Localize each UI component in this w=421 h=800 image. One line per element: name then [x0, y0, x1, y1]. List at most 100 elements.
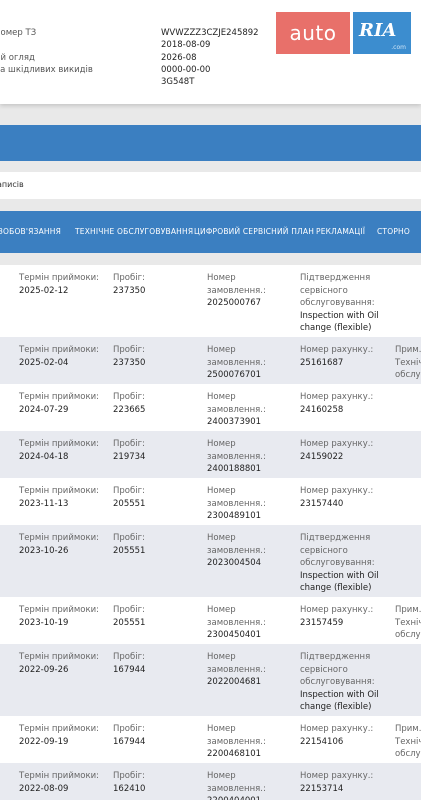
- order-number-cell: Номер замовлення.: 2025000767: [207, 272, 285, 310]
- acceptance-date-label: Термін приймоки:: [19, 439, 99, 449]
- acceptance-date-cell: Термін приймоки: 2025-02-12: [19, 272, 99, 297]
- tab-digital-service-plan[interactable]: ЦИФРОВИЙ СЕРВІСНИЙ ПЛАН: [194, 227, 314, 236]
- vehicle-info-value: WVWZZZ3CZJE245892: [161, 28, 259, 38]
- vehicle-info-value: 0000-00-00: [161, 65, 211, 75]
- invoice-number-cell: Номер рахунку.: 22153714: [300, 770, 373, 795]
- page: номер ТЗ WVWZZZ3CZJE245892 2018-08-09 ий ог…: [0, 0, 421, 800]
- acceptance-date-value: 2025-02-04: [19, 357, 69, 368]
- mileage-value: 237350: [113, 285, 146, 296]
- order-number-label: Номер замовлення.:: [207, 771, 266, 794]
- service-record-row[interactable]: Термін приймоки: 2024-04-18 Пробіг: 219734 Н…: [0, 431, 421, 478]
- logo-com-text: .com: [391, 44, 406, 51]
- mileage-cell: Пробіг: 219734: [113, 438, 145, 463]
- acceptance-date-cell: Термін приймоки: 2022-09-19: [19, 723, 99, 748]
- acceptance-date-label: Термін приймоки:: [19, 652, 99, 662]
- service-confirmation-value: Inspection with Oil change (flexible): [300, 689, 379, 713]
- order-number-value: 2300450401: [207, 630, 262, 640]
- mileage-label: Пробіг:: [113, 439, 145, 449]
- order-number-value: 2023004504: [207, 558, 262, 568]
- service-record-row[interactable]: Термін приймоки: 2023-10-19 Пробіг: 205551 Н…: [0, 597, 421, 644]
- mileage-cell: Пробіг: 205551: [113, 604, 145, 629]
- service-record-row[interactable]: Термін приймоки: 2024-07-29 Пробіг: 223665 Н…: [0, 384, 421, 431]
- note-tech-text: Технічн: [395, 357, 421, 368]
- tab-maintenance[interactable]: ТЕХНІЧНЕ ОБСЛУГОВУВАННЯ: [75, 227, 193, 236]
- service-confirmation-value: Inspection with Oil change (flexible): [300, 570, 379, 594]
- service-record-row[interactable]: Термін приймоки: 2025-02-12 Пробіг: 237350 Н…: [0, 265, 421, 337]
- acceptance-date-cell: Термін приймоки: 2023-11-13: [19, 485, 99, 510]
- acceptance-date-label: Термін приймоки:: [19, 345, 99, 355]
- order-number-value: 2400188801: [207, 464, 262, 474]
- logo-ria-block: RIA .com: [353, 12, 411, 54]
- invoice-number-value: 24159022: [300, 451, 344, 462]
- acceptance-date-value: 2024-04-18: [19, 451, 69, 462]
- acceptance-date-cell: Термін приймоки: 2024-07-29: [19, 391, 99, 416]
- service-record-row[interactable]: Термін приймоки: 2025-02-04 Пробіг: 237350 Н…: [0, 337, 421, 384]
- mileage-value: 162410: [113, 783, 146, 794]
- vehicle-info-value: 3G548T: [161, 77, 195, 87]
- order-number-label: Номер замовлення.:: [207, 392, 266, 415]
- mileage-label: Пробіг:: [113, 486, 145, 496]
- vehicle-info-label: ка шкідливих викидів: [0, 65, 93, 75]
- order-number-label: Номер замовлення.:: [207, 486, 266, 509]
- acceptance-date-cell: Термін приймоки: 2022-08-09: [19, 770, 99, 795]
- invoice-number-label: Номер рахунку.:: [300, 724, 374, 734]
- note-cell: Прим.: Технічн обслуг: [395, 604, 421, 642]
- tabs-bar: ЗОБОВ'ЯЗАННЯ ТЕХНІЧНЕ ОБСЛУГОВУВАННЯ ЦИФ…: [0, 211, 421, 253]
- order-number-cell: Номер замовлення.: 2400373901: [207, 391, 285, 429]
- acceptance-date-value: 2023-10-19: [19, 617, 69, 628]
- auto-ria-logo[interactable]: auto RIA .com: [276, 12, 411, 54]
- acceptance-date-value: 2024-07-29: [19, 404, 69, 415]
- order-number-label: Номер замовлення.:: [207, 724, 266, 747]
- invoice-number-cell: Номер рахунку.: 25161687: [300, 344, 373, 369]
- service-record-row[interactable]: Термін приймоки: 2023-11-13 Пробіг: 205551 Н…: [0, 478, 421, 525]
- mileage-value: 219734: [113, 451, 146, 462]
- acceptance-date-cell: Термін приймоки: 2024-04-18: [19, 438, 99, 463]
- service-confirmation-cell: Підтвердження сервісного обслуговування:…: [300, 532, 380, 595]
- service-record-row[interactable]: Термін приймоки: 2023-10-26 Пробіг: 205551 Н…: [0, 525, 421, 597]
- order-number-cell: Номер замовлення.: 2500076701: [207, 344, 285, 382]
- acceptance-date-value: 2022-08-09: [19, 783, 69, 794]
- records-count-text: аписів: [0, 180, 24, 189]
- note-tech-text: Технічн: [395, 617, 421, 628]
- vehicle-info-value: 2026-08: [161, 53, 197, 63]
- vehicle-info-value: 2018-08-09: [161, 40, 211, 50]
- order-number-value: 2300489101: [207, 511, 262, 521]
- tab-obligations[interactable]: ЗОБОВ'ЯЗАННЯ: [0, 227, 61, 236]
- note-label: Прим.:: [395, 605, 421, 615]
- tab-storno[interactable]: СТОРНО: [377, 227, 410, 236]
- tab-claims[interactable]: РЕКЛАМАЦІЇ: [316, 227, 365, 236]
- order-number-label: Номер замовлення.:: [207, 605, 266, 628]
- order-number-value: 2022004681: [207, 677, 262, 687]
- acceptance-date-cell: Термін приймоки: 2023-10-26: [19, 532, 99, 557]
- invoice-number-value: 25161687: [300, 357, 344, 368]
- mileage-cell: Пробіг: 237350: [113, 344, 145, 369]
- acceptance-date-value: 2022-09-19: [19, 736, 69, 747]
- invoice-number-label: Номер рахунку.:: [300, 345, 374, 355]
- order-number-cell: Номер замовлення.: 2400188801: [207, 438, 285, 476]
- order-number-cell: Номер замовлення.: 2200468101: [207, 723, 285, 761]
- order-number-cell: Номер замовлення.: 2300489101: [207, 485, 285, 523]
- service-record-row[interactable]: Термін приймоки: 2022-09-19 Пробіг: 167944 Н…: [0, 716, 421, 763]
- mileage-label: Пробіг:: [113, 392, 145, 402]
- order-number-cell: Номер замовлення.: 2023004504: [207, 532, 285, 570]
- note-cell: Прим.: Технічн обслуг: [395, 723, 421, 761]
- mileage-value: 205551: [113, 617, 146, 628]
- note-service-text: обслуг: [395, 749, 421, 759]
- service-confirmation-label: Підтвердження сервісного обслуговування:: [300, 273, 375, 308]
- invoice-number-label: Номер рахунку.:: [300, 486, 374, 496]
- mileage-cell: Пробіг: 167944: [113, 723, 145, 748]
- service-record-row[interactable]: Термін приймоки: 2022-09-26 Пробіг: 167944 Н…: [0, 644, 421, 716]
- logo-auto-text: auto: [276, 12, 350, 54]
- acceptance-date-cell: Термін приймоки: 2023-10-19: [19, 604, 99, 629]
- note-label: Прим.:: [395, 345, 421, 355]
- vehicle-info-label: номер ТЗ: [0, 28, 37, 38]
- service-record-row[interactable]: Термін приймоки: 2022-08-09 Пробіг: 162410 Н…: [0, 763, 421, 800]
- mileage-cell: Пробіг: 162410: [113, 770, 145, 795]
- vehicle-info-label: ий огляд: [0, 53, 35, 63]
- note-label: Прим.:: [395, 724, 421, 734]
- invoice-number-cell: Номер рахунку.: 24160258: [300, 391, 373, 416]
- acceptance-date-value: 2023-11-13: [19, 498, 69, 509]
- mileage-label: Пробіг:: [113, 652, 145, 662]
- logo-ria-text: RIA: [359, 20, 397, 41]
- order-number-value: 2025000767: [207, 298, 262, 308]
